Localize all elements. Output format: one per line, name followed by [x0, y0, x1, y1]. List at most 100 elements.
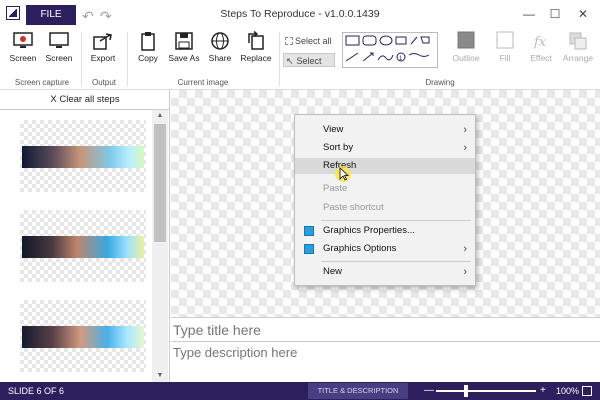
screen-capture-button[interactable]: Screen: [6, 30, 40, 72]
menu-item-new[interactable]: New ›: [295, 264, 475, 280]
status-bar: SLIDE 6 OF 6 TITLE & DESCRIPTION — + 100…: [0, 382, 600, 400]
replace-button[interactable]: Replace: [239, 30, 273, 72]
step-title-input[interactable]: [171, 318, 600, 342]
mouse-cursor-highlight: [335, 166, 351, 182]
zoom-slider[interactable]: [436, 390, 536, 392]
fill-icon: [496, 31, 514, 49]
group-current-image: Current image: [177, 78, 229, 87]
globe-icon: [211, 32, 229, 50]
menu-item-label: Paste shortcut: [323, 202, 384, 213]
maximize-button[interactable]: ☐: [542, 4, 568, 24]
group-drawing: Drawing: [425, 78, 455, 87]
ribbon-toolbar: Screen Screen Screen capture Export Outp…: [0, 28, 600, 90]
svg-text:fx: fx: [533, 35, 547, 50]
thumbnail-image: [22, 326, 144, 348]
screen-capture-button-2[interactable]: Screen: [42, 30, 76, 72]
thumbnail-image: [22, 146, 144, 168]
share-label: Share: [208, 53, 232, 63]
pointer-icon: ↖: [286, 56, 294, 66]
copy-label: Copy: [138, 53, 158, 63]
menu-item-graphics-options[interactable]: Graphics Options ›: [295, 241, 475, 257]
steps-sidebar: X Clear all steps ▲ ▼: [0, 90, 170, 382]
replace-label: Replace: [240, 53, 272, 63]
shapes-gallery[interactable]: 1: [342, 32, 438, 68]
scroll-up-icon[interactable]: ▲: [152, 110, 168, 122]
clear-all-steps-button[interactable]: X Clear all steps: [0, 90, 170, 110]
clipboard-icon: [141, 32, 155, 51]
minimize-button[interactable]: —: [516, 4, 542, 24]
thumbnail-image: [22, 236, 144, 258]
replace-icon: [248, 31, 264, 50]
intel-graphics-icon: [304, 226, 314, 236]
effect-button[interactable]: fx Effect: [524, 30, 558, 72]
monitor-icon: [49, 32, 69, 48]
export-button[interactable]: Export: [86, 30, 120, 72]
menu-separator: [321, 261, 471, 262]
arrange-button[interactable]: Arrange: [558, 30, 598, 72]
title-bar: FILE ↶ ↷ Steps To Reproduce - v1.0.0.143…: [0, 0, 600, 28]
menu-item-paste[interactable]: Paste: [295, 181, 475, 197]
group-output: Output: [91, 78, 116, 87]
shapes-icons: 1: [345, 35, 430, 62]
zoom-in-icon[interactable]: +: [540, 382, 546, 400]
menu-item-sort-by[interactable]: Sort by ›: [295, 140, 475, 156]
title-description-toggle[interactable]: TITLE & DESCRIPTION: [308, 383, 408, 399]
title-description-label: TITLE & DESCRIPTION: [317, 386, 399, 395]
scroll-down-icon[interactable]: ▼: [152, 370, 168, 382]
effect-label: Effect: [530, 53, 552, 63]
context-menu: View › Sort by › Refresh Paste Paste sho…: [294, 114, 476, 286]
arrange-icon: [569, 32, 587, 50]
step-description-input[interactable]: [171, 343, 600, 381]
chevron-right-icon: ›: [463, 243, 467, 255]
fill-label: Fill: [499, 53, 511, 63]
menu-item-label: View: [323, 124, 344, 135]
outline-button[interactable]: Outline: [446, 30, 486, 72]
close-button[interactable]: ✕: [570, 4, 596, 24]
copy-button[interactable]: Copy: [131, 30, 165, 72]
screen-label-1: Screen: [9, 53, 37, 63]
slide-counter: SLIDE 6 OF 6: [8, 386, 65, 396]
select-all-icon: [285, 37, 293, 45]
monitor-record-icon: [13, 32, 33, 48]
menu-item-refresh[interactable]: Refresh: [295, 158, 475, 174]
zoom-slider-thumb[interactable]: [464, 385, 468, 397]
scrollbar-thumb[interactable]: [154, 124, 166, 242]
menu-item-label: Graphics Properties...: [323, 225, 415, 236]
screen-label-2: Screen: [45, 53, 73, 63]
select-all-button[interactable]: Select all: [283, 34, 339, 48]
fill-button[interactable]: Fill: [488, 30, 522, 72]
select-all-label: Select all: [295, 36, 332, 46]
zoom-out-icon[interactable]: —: [424, 382, 434, 400]
outline-icon: [457, 31, 475, 49]
menu-item-label: New: [323, 266, 343, 277]
menu-item-view[interactable]: View ›: [295, 122, 475, 138]
select-button[interactable]: ↖ Select: [283, 53, 335, 67]
chevron-right-icon: ›: [463, 142, 467, 154]
step-thumbnail[interactable]: [20, 210, 146, 282]
export-label: Export: [90, 53, 116, 63]
window-title: Steps To Reproduce - v1.0.0.1439: [220, 8, 380, 20]
group-screen-capture: Screen capture: [14, 78, 70, 87]
save-as-label: Save As: [168, 53, 200, 63]
step-thumbnail[interactable]: [20, 300, 146, 372]
sidebar-scrollbar[interactable]: ▲ ▼: [152, 110, 168, 382]
step-thumbnail[interactable]: [20, 120, 146, 192]
select-label: Select: [296, 56, 322, 66]
export-icon: [93, 33, 112, 50]
arrange-label: Arrange: [562, 53, 594, 63]
share-button[interactable]: Share: [203, 30, 237, 72]
zoom-level: 100%: [556, 386, 580, 396]
menu-item-paste-shortcut[interactable]: Paste shortcut: [295, 200, 475, 216]
fit-to-window-icon[interactable]: [582, 386, 592, 396]
mouse-pointer-icon: [339, 167, 350, 181]
menu-item-graphics-properties[interactable]: Graphics Properties...: [295, 223, 475, 239]
intel-graphics-icon: [304, 244, 314, 254]
menu-item-label: Paste: [323, 183, 348, 194]
outline-label: Outline: [452, 53, 480, 63]
menu-item-label: Graphics Options: [323, 243, 397, 254]
save-as-button[interactable]: Save As: [167, 30, 201, 72]
chevron-right-icon: ›: [463, 266, 467, 278]
chevron-right-icon: ›: [463, 124, 467, 136]
menu-item-label: Sort by: [323, 142, 354, 153]
menu-separator: [321, 220, 471, 221]
